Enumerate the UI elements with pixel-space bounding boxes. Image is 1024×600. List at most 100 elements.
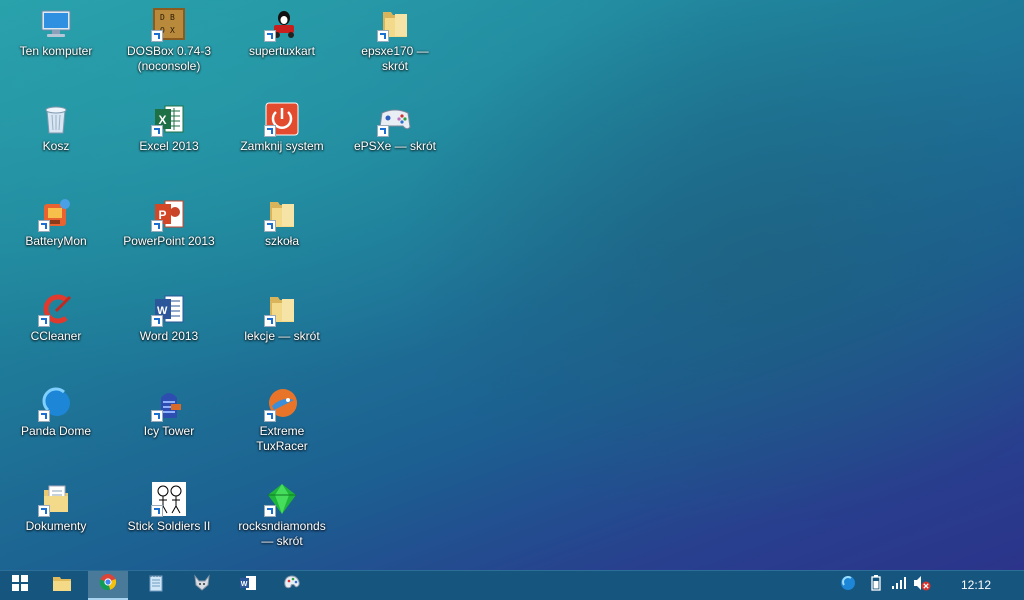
taskbar-notepad[interactable]: [136, 571, 176, 600]
word-icon: W: [239, 574, 257, 597]
desktop-icon-label: ePSXe — skrót: [353, 139, 437, 153]
volume-muted-icon: [913, 575, 931, 596]
desktop-icon-dosbox[interactable]: DBOX DOSBox 0.74-3 (noconsole): [119, 6, 219, 74]
power-icon: [264, 101, 300, 137]
desktop-icon-label: BatteryMon: [25, 234, 87, 248]
desktop-icon-rocksndiamonds[interactable]: rocksndiamonds — skrót: [232, 481, 332, 549]
shortcut-arrow-icon: [377, 30, 389, 42]
desktop-icon-label: Dokumenty: [25, 519, 87, 533]
desktop-icon-label: DOSBox 0.74-3 (noconsole): [126, 44, 212, 73]
desktop-icon-szkola[interactable]: szkoła: [232, 196, 332, 249]
desktop-icon-label: Icy Tower: [143, 424, 195, 438]
desktop-icon-powerpoint[interactable]: P PowerPoint 2013: [119, 196, 219, 249]
shortcut-arrow-icon: [151, 410, 163, 422]
desktop-icon-lekcje[interactable]: lekcje — skrót: [232, 291, 332, 344]
start-button[interactable]: [0, 571, 40, 600]
shortcut-arrow-icon: [264, 125, 276, 137]
excel-icon: X: [151, 101, 187, 137]
desktop-icon-word[interactable]: W Word 2013: [119, 291, 219, 344]
svg-text:X: X: [170, 26, 175, 35]
desktop-icon-recycle-bin[interactable]: Kosz: [6, 101, 106, 154]
taskbar-chrome[interactable]: [88, 571, 128, 600]
shortcut-arrow-icon: [38, 505, 50, 517]
desktop-icon-label: Word 2013: [139, 329, 199, 343]
taskbar-clock[interactable]: 12:12: [946, 571, 1006, 600]
tray-battery[interactable]: [866, 571, 886, 600]
desktop-icon-shutdown[interactable]: Zamknij system: [232, 101, 332, 154]
desktop-icon-icy-tower[interactable]: Icy Tower: [119, 386, 219, 439]
desktop-icon-label: CCleaner: [30, 329, 82, 343]
desktop-icon-label: lekcje — skrót: [244, 329, 320, 343]
shortcut-arrow-icon: [264, 410, 276, 422]
svg-text:B: B: [170, 13, 175, 22]
fox-app-icon: [193, 574, 211, 597]
shortcut-arrow-icon: [264, 315, 276, 327]
desktop-icon-label: Panda Dome: [20, 424, 92, 438]
recycle-bin-icon: [38, 101, 74, 137]
desktop-icon-documents[interactable]: Dokumenty: [6, 481, 106, 534]
svg-text:D: D: [160, 13, 165, 22]
powerpoint-icon: P: [151, 196, 187, 232]
desktop-icon-label: Excel 2013: [139, 139, 199, 153]
desktop-icon-panda-dome[interactable]: Panda Dome: [6, 386, 106, 439]
desktop[interactable]: Ten komputer Kosz BatteryMon CCleaner Pa…: [0, 0, 1024, 570]
desktop-icon-label: PowerPoint 2013: [123, 234, 215, 248]
desktop-icon-label: Extreme TuxRacer: [256, 424, 308, 453]
taskbar-word[interactable]: W: [228, 571, 268, 600]
desktop-icon-batterymon[interactable]: BatteryMon: [6, 196, 106, 249]
rocksndiamonds-icon: [264, 481, 300, 517]
panda-dome-icon: [38, 386, 74, 422]
shortcut-arrow-icon: [38, 220, 50, 232]
shortcut-arrow-icon: [264, 505, 276, 517]
paint-icon: [283, 574, 301, 597]
desktop-icon-epsxe[interactable]: ePSXe — skrót: [345, 101, 445, 154]
signal-icon: [891, 576, 907, 595]
desktop-icon-label: Kosz: [42, 139, 70, 153]
computer-icon: [38, 6, 74, 42]
batterymon-icon: [38, 196, 74, 232]
desktop-icon-label: Stick Soldiers II: [127, 519, 211, 533]
tray-volume[interactable]: [911, 571, 933, 600]
desktop-icon-stick-soldiers[interactable]: Stick Soldiers II: [119, 481, 219, 534]
supertuxkart-icon: [264, 6, 300, 42]
taskbar-fox-app[interactable]: [182, 571, 222, 600]
ccleaner-icon: [38, 291, 74, 327]
documents-icon: [38, 481, 74, 517]
dosbox-icon: DBOX: [151, 6, 187, 42]
desktop-icon-label: Ten komputer: [19, 44, 93, 58]
stick-soldiers-icon: [151, 481, 187, 517]
shortcut-arrow-icon: [38, 315, 50, 327]
panda-tray-icon: [840, 575, 856, 596]
tuxracer-icon: [264, 386, 300, 422]
taskbar: W 12:12: [0, 570, 1024, 600]
desktop-icon-supertuxkart[interactable]: supertuxkart: [232, 6, 332, 59]
notepad-icon: [148, 574, 164, 597]
folder-icon: [264, 291, 300, 327]
folder-icon: [264, 196, 300, 232]
folder-icon: [377, 6, 413, 42]
desktop-icon-excel[interactable]: X Excel 2013: [119, 101, 219, 154]
taskbar-file-explorer[interactable]: [42, 571, 82, 600]
shortcut-arrow-icon: [151, 220, 163, 232]
shortcut-arrow-icon: [377, 125, 389, 137]
desktop-icon-tuxracer[interactable]: Extreme TuxRacer: [232, 386, 332, 454]
shortcut-arrow-icon: [264, 30, 276, 42]
svg-text:W: W: [241, 581, 248, 588]
shortcut-arrow-icon: [151, 125, 163, 137]
desktop-icon-label: supertuxkart: [248, 44, 316, 58]
shortcut-arrow-icon: [38, 410, 50, 422]
desktop-icon-label: rocksndiamonds — skrót: [238, 519, 326, 548]
battery-icon: [871, 575, 881, 596]
icy-tower-icon: [151, 386, 187, 422]
desktop-icon-ccleaner[interactable]: CCleaner: [6, 291, 106, 344]
shortcut-arrow-icon: [151, 505, 163, 517]
tray-panda[interactable]: [838, 571, 858, 600]
taskbar-paint[interactable]: [272, 571, 312, 600]
desktop-icon-label: szkoła: [264, 234, 299, 248]
chrome-icon: [99, 573, 117, 596]
tray-network[interactable]: [888, 571, 910, 600]
desktop-icon-epsxe170[interactable]: epsxe170 — skrót: [345, 6, 445, 74]
windows-start-icon: [12, 575, 28, 596]
desktop-icon-this-pc[interactable]: Ten komputer: [6, 6, 106, 59]
file-explorer-icon: [52, 574, 72, 597]
